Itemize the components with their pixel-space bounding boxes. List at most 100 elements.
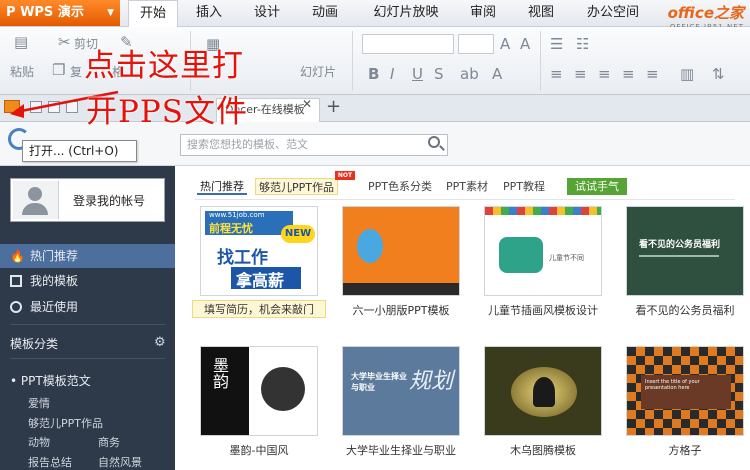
template-thumb-ink[interactable]: 墨韵 xyxy=(200,346,318,436)
thumb-line1: 找工作 xyxy=(217,248,268,268)
caption-career[interactable]: 大学毕业生择业与职业 xyxy=(334,442,468,458)
shadow-icon[interactable]: S xyxy=(434,65,444,83)
menu-bar: P WPS 演示 ▼ 开始 插入 设计 动画 幻灯片放映 审阅 视图 办公空间 … xyxy=(0,0,750,31)
tab-gofaner[interactable]: 够范儿PPT作品 xyxy=(255,178,338,195)
underline-icon[interactable]: U xyxy=(412,65,423,83)
sidebar-item-recent[interactable]: 最近使用 xyxy=(0,295,175,319)
thumb-title: 墨韵 xyxy=(210,357,229,389)
open-tooltip: 打开... (Ctrl+O) xyxy=(22,140,137,162)
template-thumb-children-day[interactable] xyxy=(342,206,460,296)
tab-animation[interactable]: 动画 xyxy=(302,0,348,26)
font-name-select[interactable] xyxy=(362,34,454,54)
brand-name: office之家 xyxy=(667,4,744,22)
thumb-label: 儿童节不同 xyxy=(549,254,584,262)
template-thumb-checker[interactable]: Insert the title of your presentation he… xyxy=(626,346,744,436)
category-gofaner[interactable]: 够范儿PPT作品 xyxy=(28,415,103,431)
thumb-line2: 拿高薪 xyxy=(236,271,285,290)
caption-civil-servant[interactable]: 看不见的公务员福利 xyxy=(618,302,750,318)
font-size-select[interactable] xyxy=(458,34,494,54)
align-left-icon[interactable]: ≡ xyxy=(550,65,563,83)
template-thumb-civil-servant[interactable]: 看不见的公务员福利 xyxy=(626,206,744,296)
strikethrough-icon[interactable]: ab xyxy=(460,65,479,83)
template-sidebar: 登录我的帐号 🔥 热门推荐 我的模板 最近使用 模板分类 ⚙ • PPT模板范文… xyxy=(0,166,175,470)
search-icon[interactable] xyxy=(428,136,440,148)
paste-button[interactable]: 粘贴 xyxy=(10,63,34,80)
category-report[interactable]: 报告总结 xyxy=(28,454,72,470)
numbering-icon[interactable]: ☷ xyxy=(576,35,589,53)
slide-button[interactable]: 幻灯片 xyxy=(300,63,336,80)
shrink-font-icon[interactable]: A xyxy=(520,35,530,53)
login-label: 登录我的帐号 xyxy=(73,194,146,208)
thumb-script: 规划 xyxy=(409,369,454,394)
justify-icon[interactable]: ≡ xyxy=(622,65,635,83)
group-title[interactable]: • PPT模板范文 xyxy=(10,372,91,389)
sidebar-item-my-templates[interactable]: 我的模板 xyxy=(0,269,175,293)
tab-office-space[interactable]: 办公空间 xyxy=(578,0,648,26)
distribute-icon[interactable]: ≡ xyxy=(646,65,659,83)
wps-logo-icon: P xyxy=(6,5,16,20)
template-thumb-career[interactable]: 大学毕业生择业与职业 规划 xyxy=(342,346,460,436)
bold-icon[interactable]: B xyxy=(368,65,379,83)
new-tab-button[interactable]: + xyxy=(326,96,341,117)
search-input[interactable]: 搜索您想找的模板、范文 xyxy=(180,134,448,156)
app-title: WPS 演示 xyxy=(20,5,84,20)
tab-color[interactable]: PPT色系分类 xyxy=(365,178,435,195)
bird-icon xyxy=(357,229,383,263)
tab-review[interactable]: 审阅 xyxy=(462,0,504,26)
tab-insert[interactable]: 插入 xyxy=(186,0,232,26)
caption-ink[interactable]: 墨韵-中国风 xyxy=(192,442,326,458)
sidebar-item-label: 热门推荐 xyxy=(30,249,79,263)
template-thumb-resume[interactable]: www.51job.com 前程无忧 NEW 找工作 拿高薪 xyxy=(200,206,318,296)
template-gallery: 热门推荐 够范儿PPT作品 NOT PPT色系分类 PPT素材 PPT教程 试试… xyxy=(175,166,750,470)
align-right-icon[interactable]: ≡ xyxy=(598,65,611,83)
columns-icon[interactable]: ▥ xyxy=(680,65,694,83)
spade-icon xyxy=(533,377,555,407)
thumb-title: 看不见的公务员福利 xyxy=(639,240,721,250)
text-direction-icon[interactable]: ⇅ xyxy=(712,65,725,83)
hot-badge: NOT xyxy=(335,171,355,180)
thumb-banner: Insert the title of your presentation he… xyxy=(645,379,700,391)
tab-slideshow[interactable]: 幻灯片放映 xyxy=(362,0,450,26)
tab-hot[interactable]: 热门推荐 xyxy=(197,178,247,195)
category-business[interactable]: 商务 xyxy=(98,434,120,450)
thumb-brand: 前程无忧 xyxy=(209,222,253,235)
caption-resume[interactable]: 填写简历，机会来敲门 xyxy=(192,300,326,318)
template-thumb-totem[interactable] xyxy=(484,346,602,436)
avatar xyxy=(13,181,59,219)
align-center-icon[interactable]: ≡ xyxy=(574,65,587,83)
copy-icon[interactable]: ❐ xyxy=(52,61,65,79)
sidebar-item-hot[interactable]: 🔥 热门推荐 xyxy=(0,244,175,268)
login-button[interactable]: 登录我的帐号 xyxy=(10,178,165,222)
copy-button[interactable]: 复 xyxy=(70,63,82,80)
new-badge: NEW xyxy=(281,225,315,243)
clock-icon xyxy=(10,301,22,313)
font-color-icon[interactable]: A xyxy=(492,65,502,83)
caption-children-day[interactable]: 六一小朋版PPT模板 xyxy=(334,302,468,318)
category-animals[interactable]: 动物 xyxy=(28,434,50,450)
tab-view[interactable]: 视图 xyxy=(520,0,562,26)
category-nature[interactable]: 自然风景 xyxy=(98,454,142,470)
caption-checker[interactable]: 方格子 xyxy=(618,442,750,458)
close-icon[interactable]: ✕ xyxy=(302,97,312,111)
sidebar-item-label: 最近使用 xyxy=(30,300,79,314)
category-section-title: 模板分类 xyxy=(10,337,59,351)
app-menu-button[interactable]: P WPS 演示 ▼ xyxy=(0,0,120,26)
sidebar-item-label: 我的模板 xyxy=(30,274,79,288)
italic-icon[interactable]: I xyxy=(390,65,394,83)
gear-icon[interactable]: ⚙ xyxy=(154,335,166,350)
chevron-down-icon: ▼ xyxy=(107,8,114,18)
template-thumb-illustration[interactable]: 儿童节不同 xyxy=(484,206,602,296)
tab-lucky[interactable]: 试试手气 xyxy=(567,178,627,195)
tab-design[interactable]: 设计 xyxy=(244,0,290,26)
caption-illustration[interactable]: 儿童节插画风模板设计 xyxy=(476,302,610,318)
paste-icon: ▤ xyxy=(14,33,29,51)
annotation-line2: 开PPS文件 xyxy=(86,94,248,130)
bullets-icon[interactable]: ☰ xyxy=(550,35,563,53)
category-love[interactable]: 爱情 xyxy=(28,395,50,411)
grow-font-icon[interactable]: A xyxy=(500,35,510,53)
tab-home[interactable]: 开始 xyxy=(128,0,178,28)
tab-tutorial[interactable]: PPT教程 xyxy=(500,178,548,195)
caption-totem[interactable]: 木乌图腾模板 xyxy=(476,442,610,458)
scissors-icon[interactable]: ✂ xyxy=(58,33,71,51)
tab-assets[interactable]: PPT素材 xyxy=(443,178,491,195)
